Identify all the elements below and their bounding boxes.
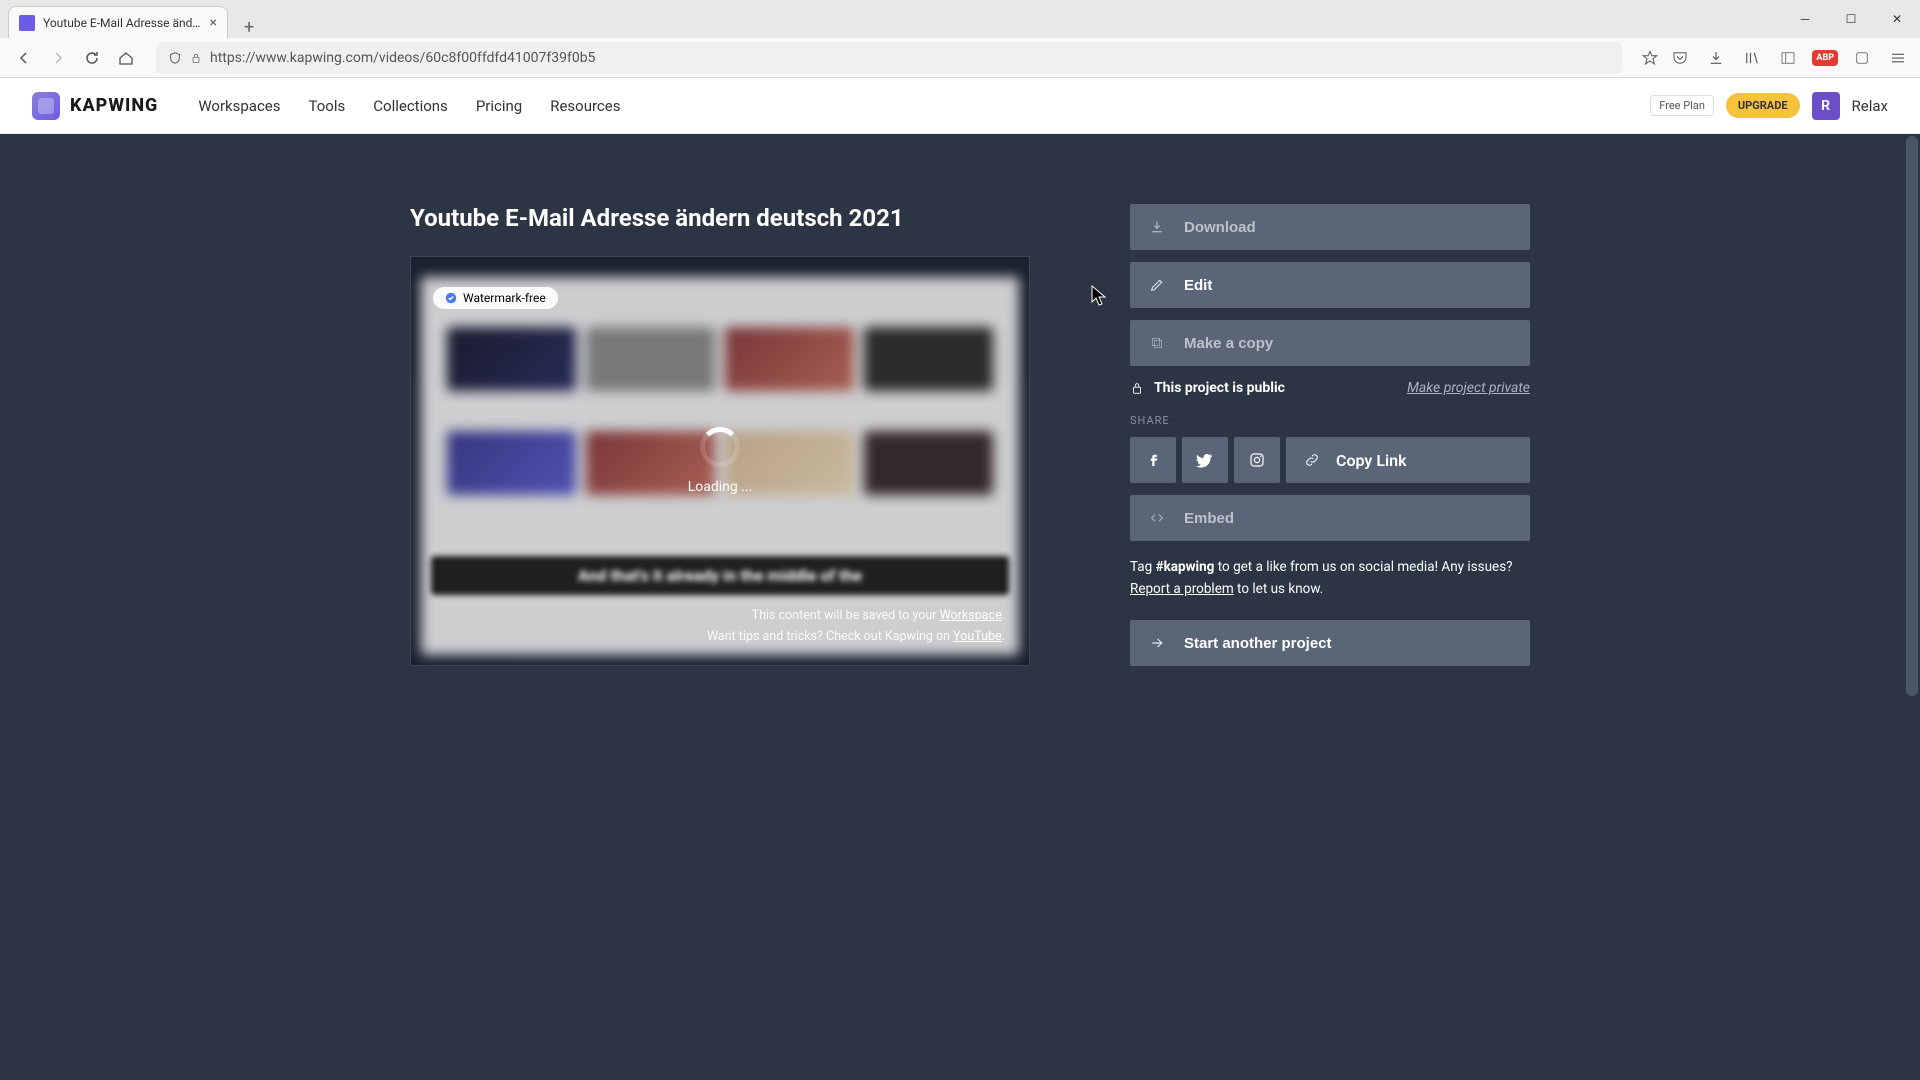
watermark-chip: Watermark-free [433, 287, 558, 309]
abp-badge-icon[interactable]: ABP [1812, 50, 1838, 66]
workspace-link[interactable]: Workspace [940, 608, 1002, 623]
link-icon [1304, 452, 1320, 468]
loading-text: Loading ... [688, 479, 753, 495]
share-row: Copy Link [1130, 437, 1530, 483]
download-label: Download [1184, 219, 1256, 236]
tab-favicon [19, 15, 35, 31]
twitter-button[interactable] [1182, 437, 1228, 483]
embed-button[interactable]: Embed [1130, 495, 1530, 541]
download-button[interactable]: Download [1130, 204, 1530, 250]
nav-workspaces[interactable]: Workspaces [198, 97, 280, 115]
browser-toolbar: https://www.kapwing.com/videos/60c8f00ff… [0, 38, 1920, 78]
library-icon[interactable] [1740, 49, 1764, 67]
watermark-label: Watermark-free [463, 291, 546, 305]
page-title: Youtube E-Mail Adresse ändern deutsch 20… [410, 204, 1030, 232]
arrow-right-icon [1148, 635, 1166, 651]
make-copy-button[interactable]: Make a copy [1130, 320, 1530, 366]
reload-button[interactable] [78, 44, 106, 72]
edit-button[interactable]: Edit [1130, 262, 1530, 308]
start-another-button[interactable]: Start another project [1130, 620, 1530, 666]
nav-collections[interactable]: Collections [373, 97, 448, 115]
instagram-icon [1248, 451, 1266, 469]
make-private-link[interactable]: Make project private [1407, 380, 1530, 396]
spinner-icon [700, 427, 740, 467]
make-copy-label: Make a copy [1184, 335, 1273, 352]
visibility-row: This project is public Make project priv… [1130, 380, 1530, 396]
kapwing-logo[interactable]: KAPWING [32, 92, 158, 120]
avatar[interactable]: R [1812, 92, 1840, 120]
forward-button[interactable] [44, 44, 72, 72]
facebook-icon [1144, 451, 1162, 469]
url-bar[interactable]: https://www.kapwing.com/videos/60c8f00ff… [156, 42, 1622, 74]
visibility-status: This project is public [1130, 380, 1285, 396]
minimize-icon[interactable]: ─ [1782, 3, 1828, 35]
home-button[interactable] [112, 44, 140, 72]
browser-tabstrip: Youtube E-Mail Adresse ändern × + ─ ☐ ✕ [0, 0, 1920, 38]
tag-text: Tag #kapwing to get a like from us on so… [1130, 557, 1530, 600]
url-text: https://www.kapwing.com/videos/60c8f00ff… [210, 50, 595, 66]
embed-icon [1148, 510, 1166, 526]
maximize-icon[interactable]: ☐ [1828, 3, 1874, 35]
instagram-button[interactable] [1234, 437, 1280, 483]
shield-icon [168, 51, 182, 65]
back-button[interactable] [10, 44, 38, 72]
start-another-label: Start another project [1184, 635, 1332, 652]
twitter-icon [1196, 451, 1214, 469]
window-close-icon[interactable]: ✕ [1874, 3, 1920, 35]
plan-badge: Free Plan [1650, 95, 1714, 116]
close-icon[interactable]: × [210, 15, 217, 31]
lock-icon [190, 52, 202, 64]
check-icon [445, 292, 457, 304]
window-controls: ─ ☐ ✕ [1782, 0, 1920, 38]
extension-icon[interactable] [1850, 49, 1874, 67]
scrollbar[interactable] [1904, 134, 1920, 1080]
nav-resources[interactable]: Resources [550, 97, 620, 115]
youtube-link[interactable]: YouTube [953, 629, 1002, 644]
page-body: Youtube E-Mail Adresse ändern deutsch 20… [0, 134, 1920, 1080]
content: Youtube E-Mail Adresse ändern deutsch 20… [370, 134, 1550, 748]
tab-title: Youtube E-Mail Adresse ändern [43, 16, 204, 30]
edit-label: Edit [1184, 277, 1212, 294]
menu-icon[interactable] [1886, 49, 1910, 67]
sidebar-icon[interactable] [1776, 49, 1800, 67]
nav-pricing[interactable]: Pricing [476, 97, 522, 115]
report-problem-link[interactable]: Report a problem [1130, 581, 1234, 597]
app-header: KAPWING Workspaces Tools Collections Pri… [0, 78, 1920, 134]
hashtag: #kapwing [1156, 559, 1215, 575]
downloads-icon[interactable] [1704, 49, 1728, 67]
right-column: Download Edit Make a copy This project i… [1130, 204, 1530, 678]
copy-link-label: Copy Link [1336, 451, 1407, 470]
scrollbar-thumb[interactable] [1906, 136, 1918, 696]
share-label: SHARE [1130, 414, 1530, 427]
left-column: Youtube E-Mail Adresse ändern deutsch 20… [410, 204, 1030, 678]
logo-text: KAPWING [70, 95, 158, 116]
copy-icon [1148, 335, 1166, 351]
edit-icon [1148, 277, 1166, 293]
nav-tools[interactable]: Tools [309, 97, 346, 115]
download-icon [1148, 219, 1166, 235]
visibility-label: This project is public [1154, 380, 1285, 396]
pocket-icon[interactable] [1668, 49, 1692, 67]
hint-text: This content will be saved to your Works… [707, 605, 1005, 648]
header-right: Free Plan UPGRADE R Relax [1650, 92, 1888, 120]
username[interactable]: Relax [1852, 97, 1888, 115]
bookmark-icon[interactable] [1638, 49, 1662, 67]
browser-tab[interactable]: Youtube E-Mail Adresse ändern × [8, 6, 228, 38]
upgrade-button[interactable]: UPGRADE [1726, 93, 1800, 118]
facebook-button[interactable] [1130, 437, 1176, 483]
toolbar-right: ABP [1668, 49, 1910, 67]
new-tab-button[interactable]: + [236, 17, 262, 38]
lock-icon [1130, 381, 1144, 395]
copy-link-button[interactable]: Copy Link [1286, 437, 1530, 483]
video-preview: Watermark-free And that's it already in … [410, 256, 1030, 666]
embed-label: Embed [1184, 510, 1234, 527]
logo-mark-icon [32, 92, 60, 120]
main-nav: Workspaces Tools Collections Pricing Res… [198, 97, 620, 115]
